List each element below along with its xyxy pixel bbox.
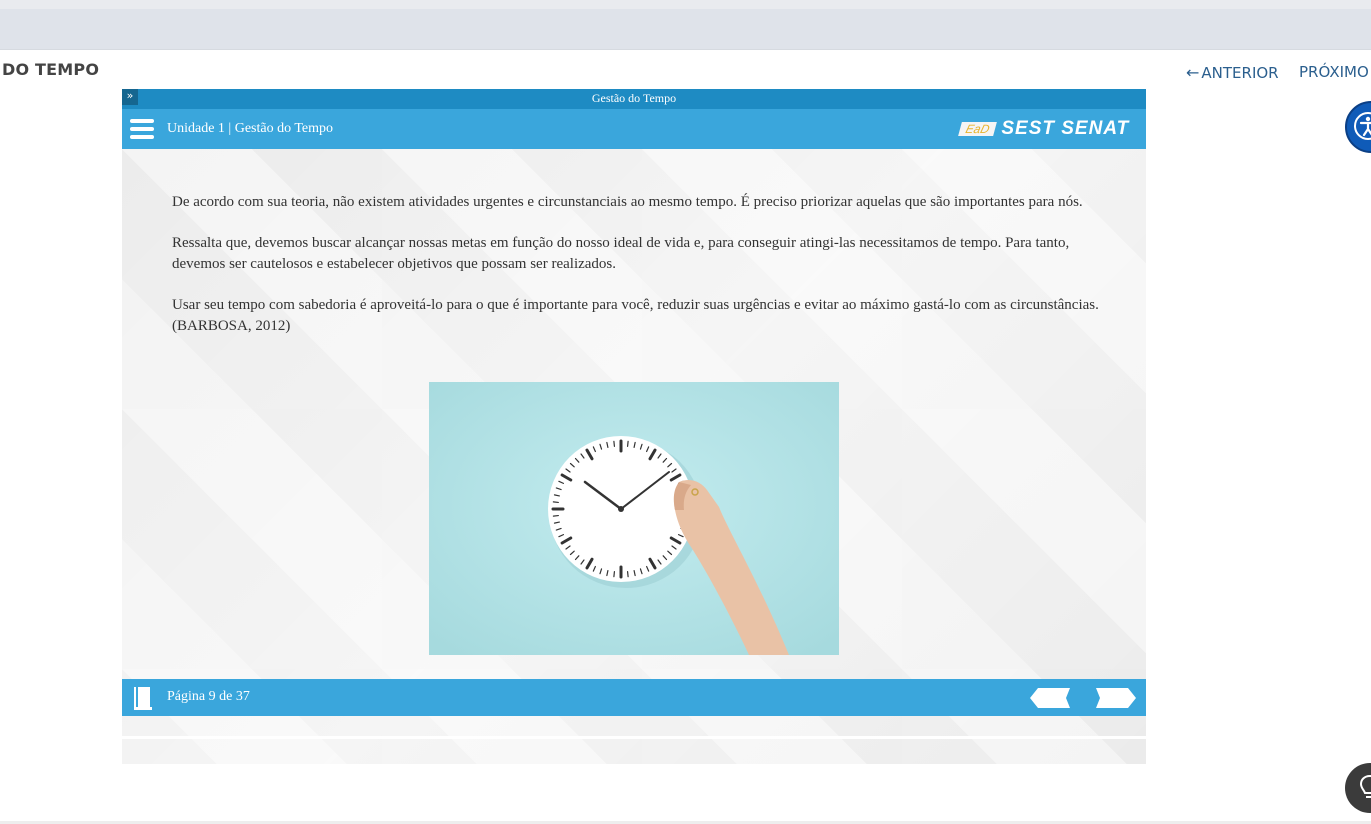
clock-image <box>429 382 839 655</box>
page-indicator: Página 9 de 37 <box>167 689 250 704</box>
footer-separator <box>122 736 1146 739</box>
previous-button[interactable]: ← ANTERIOR <box>1186 63 1279 82</box>
arrow-left-icon: ← <box>1186 63 1200 82</box>
player-window-title: Gestão do Tempo <box>591 91 677 105</box>
course-title: DO TEMPO <box>2 60 100 79</box>
lightbulb-icon <box>1359 774 1371 798</box>
expand-icon[interactable]: » <box>122 89 138 105</box>
accessibility-button[interactable] <box>1345 101 1371 153</box>
tips-button[interactable] <box>1345 763 1371 813</box>
brand-name: SEST SENAT <box>1001 118 1130 139</box>
course-player: » Gestão do Tempo Unidade 1 | Gestão do … <box>122 89 1146 764</box>
paragraph: Usar seu tempo com sabedoria é aproveitá… <box>172 297 1099 334</box>
unit-title: Unidade 1 | Gestão do Tempo <box>167 121 334 136</box>
lesson-text: De acordo com sua teoria, não existem at… <box>172 192 1102 357</box>
paragraph: De acordo com sua teoria, não existem at… <box>172 194 1083 210</box>
sest-senat-logo: EaD SEST SENAT <box>958 118 1130 139</box>
next-button[interactable]: PRÓXIMO <box>1299 63 1369 81</box>
next-label: PRÓXIMO <box>1299 63 1369 81</box>
ead-badge: EaD <box>958 122 998 136</box>
book-icon[interactable] <box>132 685 154 711</box>
browser-top-strip <box>0 0 1371 9</box>
previous-page-button[interactable] <box>1030 688 1070 708</box>
lesson-content: De acordo com sua teoria, não existem at… <box>122 149 1146 764</box>
player-footer: Página 9 de 37 <box>122 679 1146 716</box>
next-page-button[interactable] <box>1096 688 1136 708</box>
player-header: Unidade 1 | Gestão do Tempo EaD SEST SEN… <box>122 109 1146 149</box>
accessibility-icon <box>1354 112 1371 140</box>
paragraph: Ressalta que, devemos buscar alcançar no… <box>172 235 1070 272</box>
menu-icon[interactable] <box>130 119 154 139</box>
previous-label: ANTERIOR <box>1201 64 1279 82</box>
top-gray-bar <box>0 9 1371 50</box>
player-title-bar: » Gestão do Tempo <box>122 89 1146 109</box>
